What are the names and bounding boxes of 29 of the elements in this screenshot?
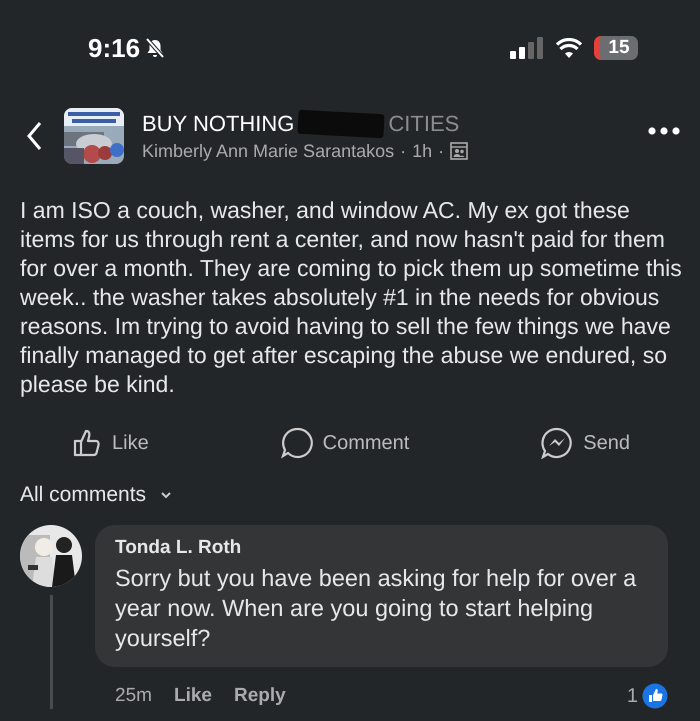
like-reaction-icon [642, 683, 668, 709]
more-options-icon[interactable] [648, 127, 680, 135]
post-text: I am ISO a couch, washer, and window AC. My ex got these items for us through rent a center, and now hasn't paid for them for over a month. They are coming to pick them up sometime this week.. the washer takes absolutely #1 in the needs for obvious reasons. Im trying to avoid having to sell the few things we have finally managed to get after escaping the abuse we endured, so please be kind. [20, 196, 683, 399]
send-button[interactable]: Send [541, 427, 630, 459]
clock-time: 9:16 [88, 32, 140, 64]
separator-dot: · [438, 140, 444, 162]
comments-filter-dropdown[interactable]: All comments [20, 483, 172, 507]
group-name[interactable]: BUY NOTHING [142, 110, 294, 136]
like-button[interactable]: Like [72, 427, 149, 459]
wifi-icon [556, 38, 582, 58]
author-name[interactable]: Kimberly Ann Marie Sarantakos [142, 140, 394, 162]
group-icon [450, 142, 468, 160]
group-name-fragment: CITIES [388, 110, 460, 136]
caret-icon [160, 491, 172, 499]
thumbs-up-icon [72, 428, 102, 458]
reply-link[interactable]: Reply [234, 685, 286, 707]
battery-percentage: 15 [608, 37, 630, 59]
signal-icon [510, 37, 544, 59]
comment-text: Sorry but you have been asking for help for over a year now. When are you going to start helping yourself? [115, 564, 638, 653]
speech-bubble-icon [280, 427, 313, 459]
comment-age: 25m [115, 685, 152, 707]
like-link[interactable]: Like [174, 685, 212, 707]
back-icon[interactable] [26, 121, 42, 151]
separator-dot: · [400, 140, 406, 162]
commenter-name[interactable]: Tonda L. Roth [115, 537, 650, 559]
comment-button[interactable]: Comment [280, 427, 410, 459]
post-age: 1h [412, 140, 432, 162]
messenger-icon [541, 427, 574, 459]
reaction-count: 1 [626, 684, 638, 708]
